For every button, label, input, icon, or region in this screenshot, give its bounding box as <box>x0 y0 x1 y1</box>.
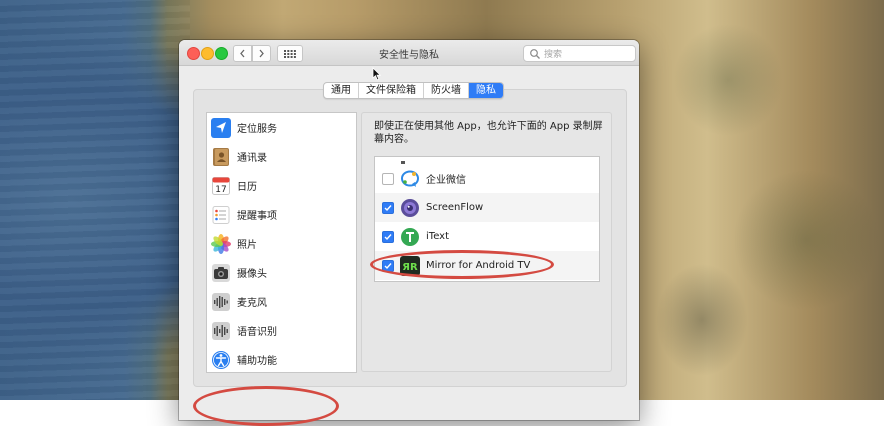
app-label: 企业微信 <box>426 175 466 186</box>
app-label: iText <box>426 231 450 242</box>
sidebar-item-label: 日历 <box>237 182 257 193</box>
accessibility-icon <box>212 350 230 369</box>
wecom-icon <box>401 170 419 187</box>
sidebar-item-label: 定位服务 <box>237 124 277 135</box>
sidebar-item-calendar[interactable]: 17 日历 <box>207 171 356 200</box>
itext-icon <box>401 227 419 246</box>
sidebar-item-label: 通讯录 <box>237 153 267 164</box>
camera-icon <box>212 263 230 282</box>
sidebar-item-camera[interactable]: 摄像头 <box>207 258 356 287</box>
privacy-category-list[interactable]: 定位服务 通讯录 17 日历 提醒事项 照片 摄像头 麦克风 语音识别 辅助功能 <box>206 112 357 373</box>
annotation-bottom-oval <box>193 386 339 426</box>
screen-recording-description: 即使正在使用其他 App，也允许下面的 App 录制屏幕内容。 <box>374 121 603 145</box>
list-item-wecom[interactable]: 企业微信 <box>375 164 599 193</box>
microphone-icon <box>212 292 230 311</box>
search-field[interactable]: 搜索 <box>523 45 636 62</box>
tab-firewall[interactable]: 防火墙 <box>424 83 469 98</box>
annotation-highlight-oval <box>370 250 554 279</box>
search-placeholder: 搜索 <box>544 50 563 60</box>
title-bar[interactable]: 安全性与隐私 搜索 <box>179 40 639 66</box>
sidebar-item-label: 提醒事项 <box>237 211 277 222</box>
photos-icon <box>211 233 231 254</box>
sidebar-item-label: 照片 <box>237 240 257 251</box>
sidebar-item-speech-recognition[interactable]: 语音识别 <box>207 316 356 345</box>
sidebar-item-accessibility[interactable]: 辅助功能 <box>207 345 356 374</box>
checkmark-icon <box>384 204 392 211</box>
reminders-icon <box>212 205 230 224</box>
list-item-itext[interactable]: iText <box>375 222 599 251</box>
tab-general[interactable]: 通用 <box>324 83 359 98</box>
partial-app-icon <box>401 161 405 164</box>
checkmark-icon <box>384 233 392 240</box>
contacts-book-icon <box>213 147 229 166</box>
sidebar-item-label: 麦克风 <box>237 298 267 309</box>
screenflow-checkbox[interactable] <box>382 201 394 214</box>
sidebar-item-reminders[interactable]: 提醒事项 <box>207 200 356 229</box>
wecom-checkbox[interactable] <box>382 172 394 185</box>
sidebar-item-label: 辅助功能 <box>237 356 277 367</box>
tab-bar: 通用 文件保险箱 防火墙 隐私 <box>323 82 504 99</box>
app-label: ScreenFlow <box>426 202 484 213</box>
tab-filevault[interactable]: 文件保险箱 <box>359 83 424 98</box>
calendar-icon: 17 <box>212 176 230 195</box>
mouse-cursor-icon <box>372 67 382 81</box>
itext-checkbox[interactable] <box>382 230 394 243</box>
sidebar-item-location-services[interactable]: 定位服务 <box>207 113 356 142</box>
tab-privacy[interactable]: 隐私 <box>469 83 503 98</box>
sidebar-item-microphone[interactable]: 麦克风 <box>207 287 356 316</box>
calendar-icon-date: 17 <box>215 185 226 195</box>
speech-recognition-icon <box>212 321 230 340</box>
location-arrow-icon <box>211 117 231 138</box>
sidebar-item-label: 摄像头 <box>237 269 267 280</box>
screenflow-icon <box>401 198 419 217</box>
list-item-screenflow[interactable]: ScreenFlow <box>375 193 599 222</box>
search-icon <box>530 48 540 59</box>
sidebar-item-contacts[interactable]: 通讯录 <box>207 142 356 171</box>
preferences-window: 安全性与隐私 搜索 通用 文件保险箱 防火墙 隐私 定位服务 通讯录 17 日历… <box>179 40 639 420</box>
sidebar-item-label: 语音识别 <box>237 327 277 338</box>
list-item-partial <box>375 157 599 164</box>
sidebar-item-photos[interactable]: 照片 <box>207 229 356 258</box>
